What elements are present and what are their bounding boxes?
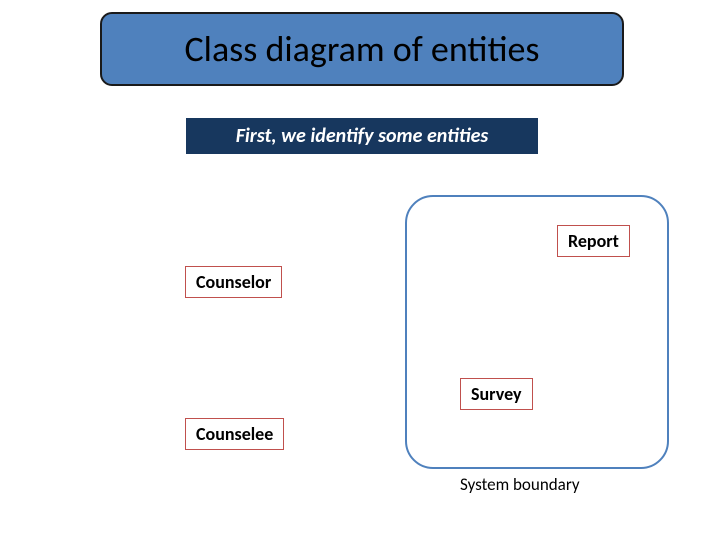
entity-survey: Survey	[460, 378, 533, 410]
entity-counselee: Counselee	[185, 418, 284, 450]
page-title: Class diagram of entities	[184, 27, 539, 71]
subtitle-container: First, we identify some entities	[186, 118, 538, 154]
entity-counselor: Counselor	[185, 266, 282, 298]
subtitle-text: First, we identify some entities	[236, 124, 489, 148]
entity-report: Report	[557, 225, 630, 257]
boundary-label: System boundary	[460, 474, 580, 495]
title-container: Class diagram of entities	[100, 12, 624, 86]
